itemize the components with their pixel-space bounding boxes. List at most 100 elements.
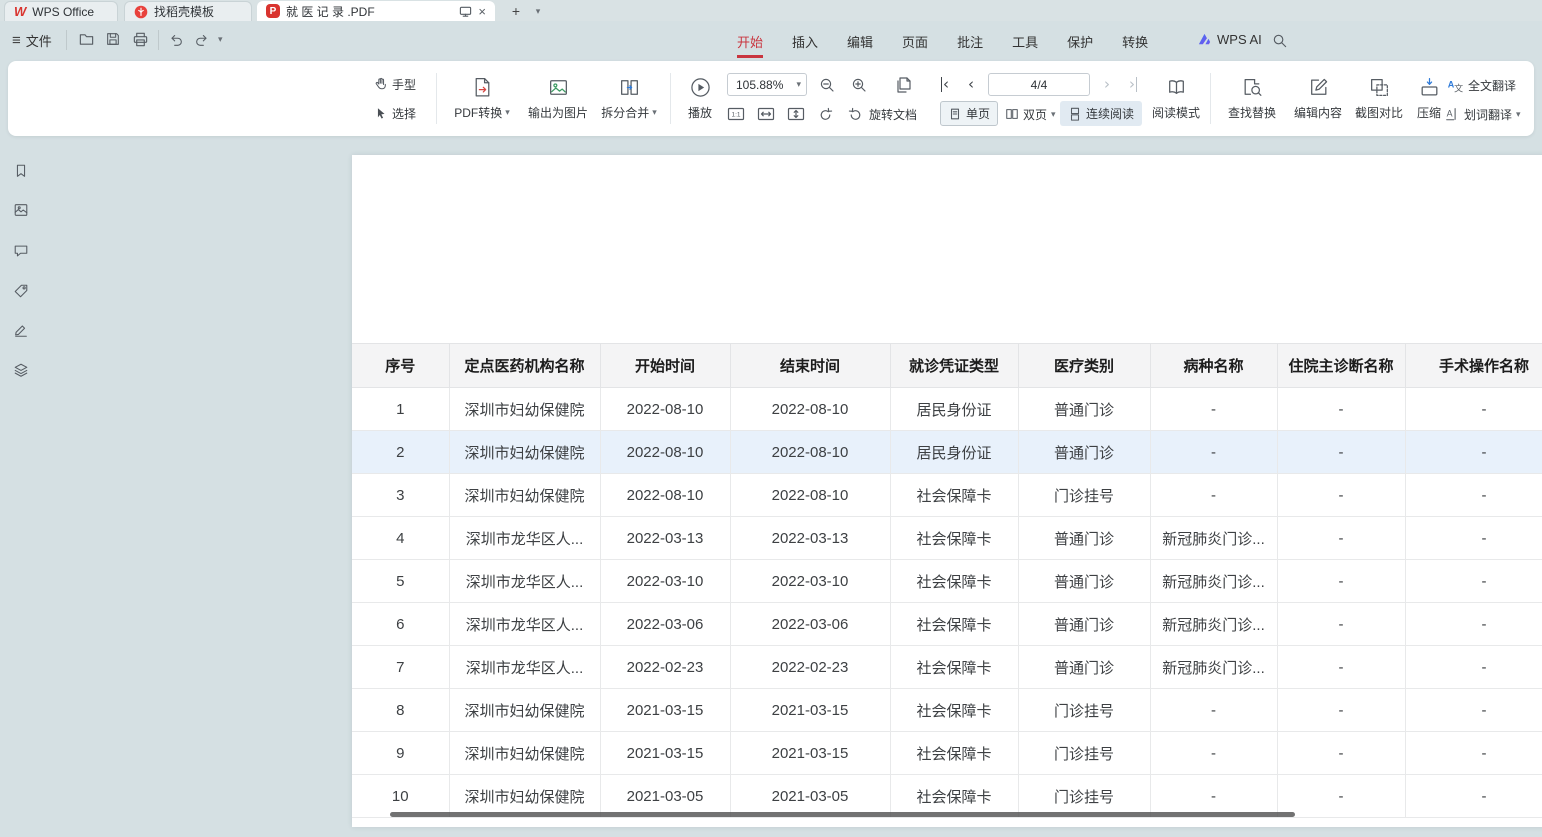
split-merge-button[interactable]: 拆分合并▾ xyxy=(592,68,666,129)
pdf-convert-button[interactable]: PDF转换▾ xyxy=(442,68,522,129)
table-cell: 普通门诊 xyxy=(1018,560,1150,603)
print-button[interactable] xyxy=(132,31,149,48)
table-cell: 深圳市妇幼保健院 xyxy=(449,732,600,775)
table-cell: - xyxy=(1277,775,1405,818)
extract-pages-button[interactable] xyxy=(890,72,918,97)
svg-text:1:1: 1:1 xyxy=(731,112,740,119)
ribbon-tab-page[interactable]: 页面 xyxy=(902,25,928,58)
previous-page-button[interactable]: ‹ xyxy=(960,74,982,95)
chevron-down-icon: ▾ xyxy=(1516,110,1521,119)
thumbnails-panel-button[interactable] xyxy=(11,200,31,220)
table-cell: 普通门诊 xyxy=(1018,603,1150,646)
table-cell: 深圳市龙华区人... xyxy=(449,517,600,560)
comments-panel-button[interactable] xyxy=(11,241,31,261)
rotate-document-button[interactable]: 旋转文档 xyxy=(846,103,917,125)
select-tool-button[interactable]: 选择 xyxy=(374,102,416,124)
edit-content-label: 编辑内容 xyxy=(1294,104,1342,121)
save-button[interactable] xyxy=(105,31,121,47)
table-cell: 2022-03-06 xyxy=(600,603,730,646)
signature-panel-button[interactable] xyxy=(11,320,31,340)
zoom-level-select[interactable]: 105.88% ▾ xyxy=(727,73,807,96)
tab-document[interactable]: P 就 医 记 录 .PDF × xyxy=(257,1,495,21)
table-row: 7深圳市龙华区人...2022-02-232022-02-23社会保障卡普通门诊… xyxy=(352,646,1542,689)
find-replace-button[interactable]: 查找替换 xyxy=(1216,68,1288,129)
zoom-out-button[interactable] xyxy=(814,73,840,96)
open-file-button[interactable] xyxy=(78,31,95,48)
table-cell: 深圳市龙华区人... xyxy=(449,603,600,646)
ribbon-tab-tools[interactable]: 工具 xyxy=(1012,25,1038,58)
close-tab-icon[interactable]: × xyxy=(478,5,486,18)
table-cell: 深圳市龙华区人... xyxy=(449,560,600,603)
document-viewport[interactable]: 序号定点医药机构名称开始时间结束时间就诊凭证类型医疗类别病种名称住院主诊断名称手… xyxy=(40,136,1542,837)
ribbon-tab-edit[interactable]: 编辑 xyxy=(847,25,873,58)
bookmarks-panel-button[interactable] xyxy=(11,161,31,181)
table-cell: 深圳市妇幼保健院 xyxy=(449,474,600,517)
ribbon-tab-insert[interactable]: 插入 xyxy=(792,25,818,58)
svg-text:文: 文 xyxy=(1454,82,1463,93)
screenshot-compare-button[interactable]: 截图对比 xyxy=(1348,68,1410,129)
actual-size-button[interactable]: 1:1 xyxy=(726,103,746,125)
table-cell: - xyxy=(1277,388,1405,431)
wps-ai-button[interactable]: WPS AI xyxy=(1197,32,1262,47)
ribbon-tab-protect[interactable]: 保护 xyxy=(1067,25,1093,58)
fit-width-button[interactable] xyxy=(756,103,776,125)
continuous-reading-button[interactable]: 连续阅读 xyxy=(1060,101,1142,126)
layers-panel-button[interactable] xyxy=(11,360,31,380)
table-row: 8深圳市妇幼保健院2021-03-152021-03-15社会保障卡门诊挂号--… xyxy=(352,689,1542,732)
screenshot-compare-icon xyxy=(1368,76,1391,99)
chevron-down-icon: ▾ xyxy=(1051,110,1056,119)
reading-mode-button[interactable]: 阅读模式 xyxy=(1146,68,1206,129)
tab-docer[interactable]: 找稻壳模板 xyxy=(124,1,252,21)
table-cell: 居民身份证 xyxy=(890,431,1018,474)
single-page-button[interactable]: 单页 xyxy=(940,101,998,126)
play-button[interactable]: 播放 xyxy=(674,68,726,129)
hand-tool-button[interactable]: 手型 xyxy=(374,73,416,95)
edit-content-button[interactable]: 编辑内容 xyxy=(1286,68,1350,129)
monitor-icon[interactable] xyxy=(459,5,472,18)
zoom-in-button[interactable] xyxy=(846,73,872,96)
hand-icon xyxy=(374,77,388,91)
table-cell: 2022-03-13 xyxy=(730,517,890,560)
undo-button[interactable] xyxy=(168,32,184,48)
folder-icon xyxy=(78,31,95,48)
ribbon-tab-convert[interactable]: 转换 xyxy=(1122,25,1148,58)
redo-button[interactable] xyxy=(194,32,210,48)
menu-search-button[interactable] xyxy=(1271,32,1288,49)
pen-icon xyxy=(13,322,29,338)
zoom-out-icon xyxy=(818,76,836,94)
full-text-translate-button[interactable]: A文 全文翻译 xyxy=(1446,74,1516,96)
first-page-button[interactable]: ‹ xyxy=(934,74,956,95)
undo-redo-dropdown[interactable]: ▾ xyxy=(218,35,223,44)
save-icon xyxy=(105,31,121,47)
menu-bar: ≡ 文件 ▾ 开始 插入 编辑 页面 批注 工具 保护 转换 WPS AI xyxy=(0,21,1542,61)
continuous-reading-icon xyxy=(1068,107,1082,121)
ribbon-tab-comment[interactable]: 批注 xyxy=(957,25,983,58)
next-page-button[interactable]: › xyxy=(1096,74,1118,95)
new-tab-button[interactable]: + xyxy=(507,2,525,20)
file-menu-button[interactable]: ≡ 文件 xyxy=(12,31,52,50)
table-cell: 2021-03-15 xyxy=(730,689,890,732)
ribbon-tab-home[interactable]: 开始 xyxy=(737,25,763,58)
tab-wps-office-label: WPS Office xyxy=(32,5,94,19)
page-number-input[interactable] xyxy=(988,73,1090,96)
table-cell: - xyxy=(1150,431,1277,474)
tab-list-dropdown[interactable]: ▾ xyxy=(529,2,547,20)
export-image-button[interactable]: 输出为图片 xyxy=(518,68,598,129)
table-cell: 9 xyxy=(352,732,449,775)
table-cell: 2022-08-10 xyxy=(600,474,730,517)
edit-content-icon xyxy=(1307,76,1330,99)
find-replace-label: 查找替换 xyxy=(1228,104,1276,121)
tab-wps-office[interactable]: W WPS Office xyxy=(4,1,118,21)
table-cell: 社会保障卡 xyxy=(890,603,1018,646)
table-cell: - xyxy=(1277,431,1405,474)
last-page-button[interactable]: › xyxy=(1122,74,1144,95)
annotations-panel-button[interactable] xyxy=(11,281,31,301)
table-cell: 普通门诊 xyxy=(1018,517,1150,560)
word-translate-button[interactable]: A 划词翻译 ▾ xyxy=(1444,103,1521,125)
double-page-button[interactable]: 双页 ▾ xyxy=(1005,103,1056,125)
comment-icon xyxy=(13,243,29,259)
fit-page-button[interactable] xyxy=(786,103,806,125)
horizontal-scrollbar[interactable] xyxy=(390,812,1295,817)
thumbnail-icon xyxy=(13,202,29,218)
rotate-left-button[interactable] xyxy=(816,103,835,125)
